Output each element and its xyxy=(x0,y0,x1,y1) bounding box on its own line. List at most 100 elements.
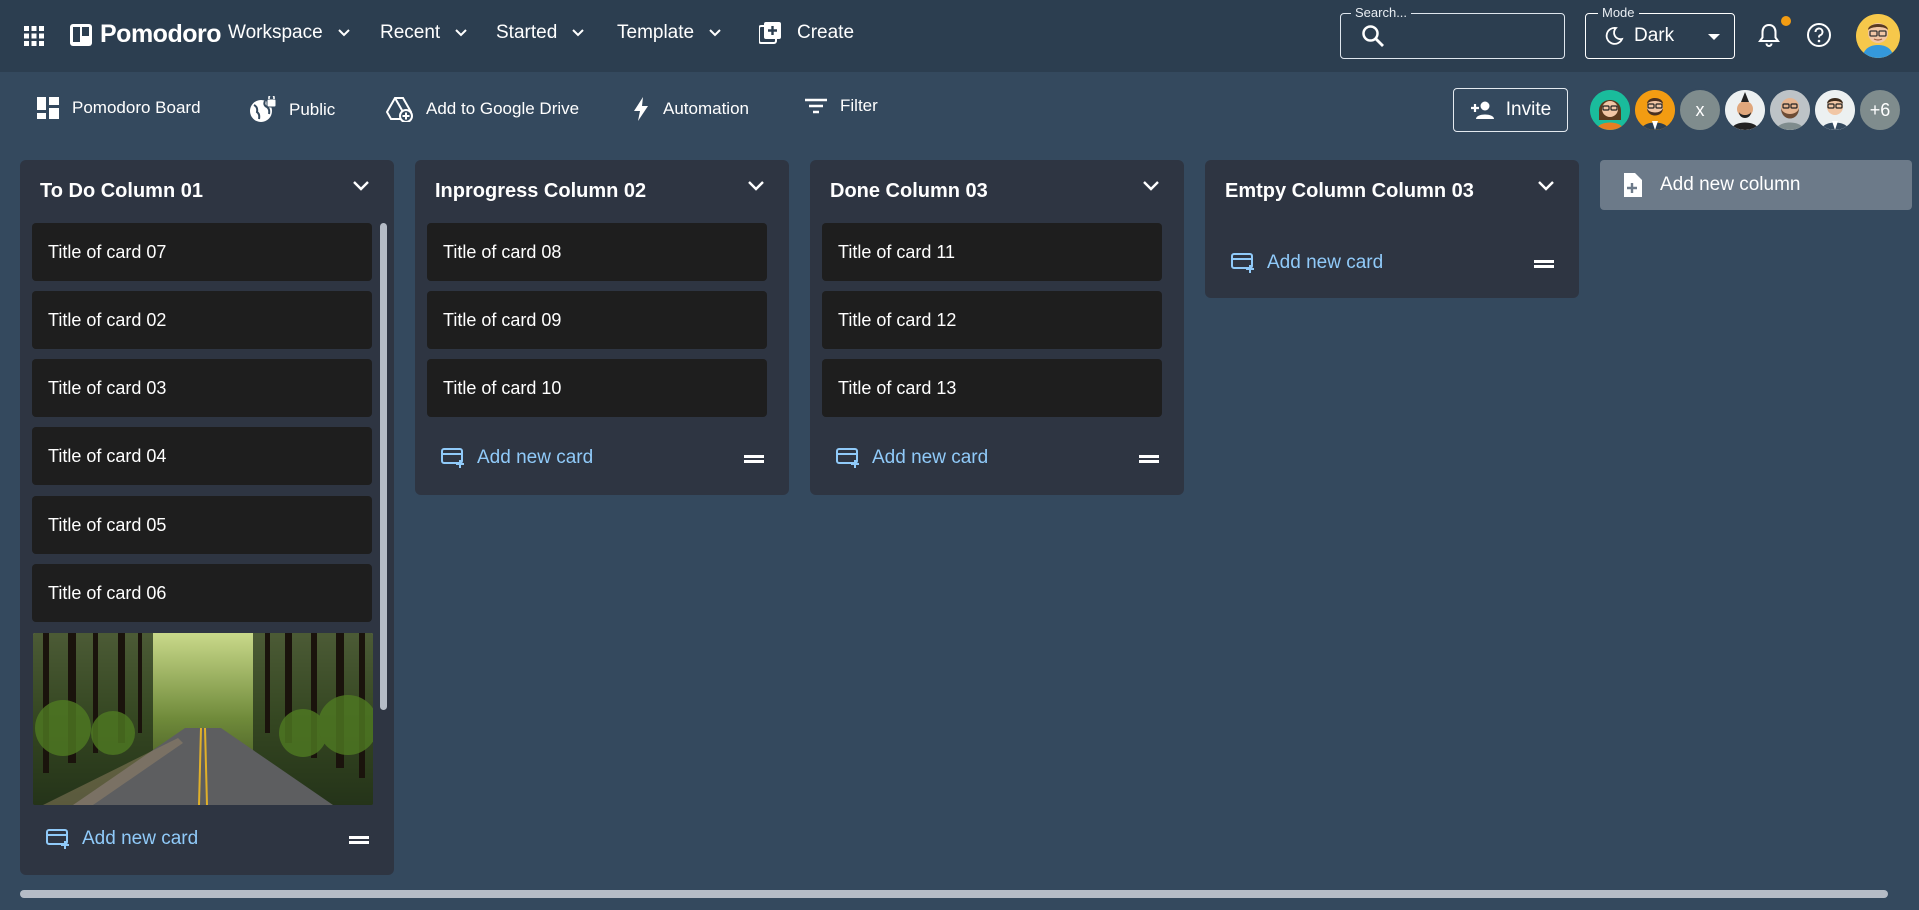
board-column: Emtpy Column Column 03 Add new card xyxy=(1205,160,1579,298)
moon-icon xyxy=(1605,27,1624,45)
nav-template[interactable]: Template xyxy=(617,22,722,44)
card-title: Title of card 13 xyxy=(838,377,957,398)
man-mohawk-avatar-icon xyxy=(1725,90,1765,130)
chevron-down-icon[interactable] xyxy=(747,180,765,192)
filter-list-icon xyxy=(805,98,827,114)
card[interactable]: Title of card 07 xyxy=(32,223,372,281)
chevron-down-icon[interactable] xyxy=(1142,180,1160,192)
card[interactable]: Title of card 06 xyxy=(32,564,372,622)
add-card-icon xyxy=(46,829,69,849)
image-card[interactable] xyxy=(33,633,373,805)
nav-workspace-label: Workspace xyxy=(228,22,323,43)
apps-grid-icon[interactable] xyxy=(22,24,46,48)
notification-bell-icon[interactable] xyxy=(1757,22,1781,48)
add-card-button[interactable]: Add new card xyxy=(441,447,593,469)
chevron-down-icon xyxy=(337,29,350,37)
mode-label: Mode xyxy=(1598,5,1639,20)
mode-select[interactable]: Mode Dark xyxy=(1585,5,1735,59)
create-button[interactable]: Create xyxy=(759,22,854,44)
invite-button[interactable]: Invite xyxy=(1453,88,1568,132)
add-card-label: Add new card xyxy=(82,828,199,849)
card[interactable]: Title of card 11 xyxy=(822,223,1162,281)
more-members-button[interactable]: +6 xyxy=(1858,88,1902,132)
automation-label: Automation xyxy=(663,99,749,118)
top-app-bar: Pomodoro Workspace Recent Started Templa… xyxy=(0,0,1919,72)
member-avatar[interactable] xyxy=(1723,88,1767,132)
member-initial-avatar[interactable]: x xyxy=(1678,88,1722,132)
member-avatar[interactable] xyxy=(1633,88,1677,132)
man-suit-avatar-icon xyxy=(1815,90,1855,130)
visibility-button[interactable]: Public xyxy=(249,96,335,124)
bolt-icon xyxy=(634,97,648,121)
add-card-icon xyxy=(836,448,859,468)
add-card-label: Add new card xyxy=(477,447,594,468)
column-title[interactable]: To Do Column 01 xyxy=(40,180,203,203)
chevron-down-icon[interactable] xyxy=(1537,180,1555,192)
board-members: x +6 xyxy=(1588,88,1902,132)
card[interactable]: Title of card 12 xyxy=(822,291,1162,349)
column-title[interactable]: Emtpy Column Column 03 xyxy=(1225,180,1474,203)
nav-started-label: Started xyxy=(496,22,558,43)
woman-glasses-avatar-icon xyxy=(1590,90,1630,130)
add-card-button[interactable]: Add new card xyxy=(46,828,198,850)
chevron-down-icon xyxy=(455,29,467,37)
card-title: Title of card 06 xyxy=(48,582,167,603)
card[interactable]: Title of card 13 xyxy=(822,359,1162,417)
card[interactable]: Title of card 03 xyxy=(32,359,372,417)
help-icon[interactable] xyxy=(1806,22,1832,48)
member-avatar[interactable] xyxy=(1588,88,1632,132)
drag-handle-icon[interactable] xyxy=(744,455,764,463)
column-title[interactable]: Inprogress Column 02 xyxy=(435,180,646,203)
card-title: Title of card 11 xyxy=(838,241,956,262)
board-horizontal-scrollbar[interactable] xyxy=(20,890,1888,898)
add-column-button[interactable]: Add new column xyxy=(1600,160,1912,210)
card[interactable]: Title of card 04 xyxy=(32,427,372,485)
add-card-button[interactable]: Add new card xyxy=(836,447,988,469)
nav-workspace[interactable]: Workspace xyxy=(228,22,351,44)
card[interactable]: Title of card 10 xyxy=(427,359,767,417)
member-avatar[interactable] xyxy=(1813,88,1857,132)
drag-handle-icon[interactable] xyxy=(1139,455,1159,463)
automation-button[interactable]: Automation xyxy=(631,96,749,122)
add-to-drive-button[interactable]: Add to Google Drive xyxy=(386,96,579,122)
search-icon xyxy=(1362,25,1384,47)
card-title: Title of card 12 xyxy=(838,309,957,330)
add-card-label: Add new card xyxy=(1267,252,1384,273)
invite-label: Invite xyxy=(1505,99,1552,120)
card-title: Title of card 03 xyxy=(48,377,167,398)
card-title: Title of card 02 xyxy=(48,309,167,330)
add-card-button[interactable]: Add new card xyxy=(1231,252,1383,274)
card[interactable]: Title of card 02 xyxy=(32,291,372,349)
forest-road-image xyxy=(33,633,373,805)
chevron-down-icon[interactable] xyxy=(352,180,370,192)
board-name-button[interactable]: Pomodoro Board xyxy=(36,96,201,120)
person-add-icon xyxy=(1470,101,1494,119)
nav-started[interactable]: Started xyxy=(496,22,585,44)
card-title: Title of card 09 xyxy=(443,309,562,330)
search-label: Search... xyxy=(1351,5,1412,20)
user-avatar[interactable] xyxy=(1856,14,1900,58)
card-title: Title of card 07 xyxy=(48,241,167,262)
man-beard-avatar-icon xyxy=(1635,90,1675,130)
filter-button[interactable]: Filter xyxy=(804,96,878,116)
column-title[interactable]: Done Column 03 xyxy=(830,180,988,203)
search-input[interactable]: Search... xyxy=(1340,5,1565,59)
card[interactable]: Title of card 05 xyxy=(32,496,372,554)
dropdown-arrow-icon xyxy=(1708,34,1720,40)
app-logo[interactable]: Pomodoro xyxy=(70,20,222,49)
notification-badge xyxy=(1781,16,1791,26)
nav-template-label: Template xyxy=(617,22,695,43)
member-avatar[interactable] xyxy=(1768,88,1812,132)
nav-recent-label: Recent xyxy=(380,22,441,43)
member-initial: x xyxy=(1695,99,1705,120)
card[interactable]: Title of card 09 xyxy=(427,291,767,349)
card-title: Title of card 05 xyxy=(48,514,167,535)
app-name: Pomodoro xyxy=(100,20,222,48)
drag-handle-icon[interactable] xyxy=(349,836,369,844)
note-add-icon xyxy=(1624,173,1642,197)
nav-recent[interactable]: Recent xyxy=(380,22,468,44)
card[interactable]: Title of card 08 xyxy=(427,223,767,281)
drag-handle-icon[interactable] xyxy=(1534,260,1554,268)
man-bald-beard-avatar-icon xyxy=(1770,90,1810,130)
column-scrollbar[interactable] xyxy=(380,223,387,710)
